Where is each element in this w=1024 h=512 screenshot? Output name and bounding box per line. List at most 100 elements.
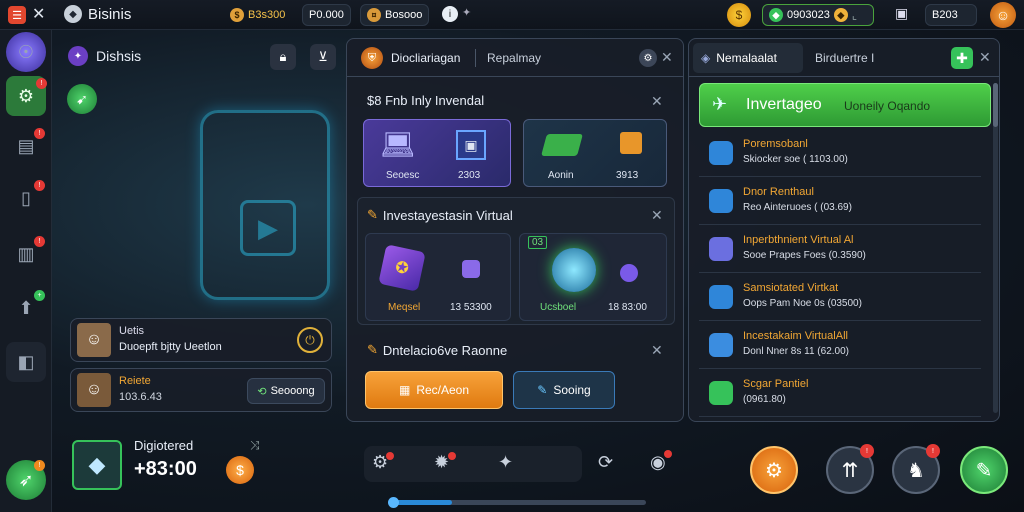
user-action-button[interactable]: ⟲ Seooong — [247, 378, 325, 404]
close-icon[interactable]: ✕ — [651, 342, 663, 359]
user-card-2[interactable]: ☺ Reiete 103.6.43 ⟲ Seooong — [70, 368, 332, 412]
scrollbar[interactable] — [993, 83, 998, 413]
orb-blade-icon — [552, 248, 596, 292]
progress-knob[interactable] — [388, 497, 399, 508]
primary-button[interactable]: ▦ Rec/Aeon — [365, 371, 503, 409]
close-icon[interactable]: ✕ — [651, 93, 663, 110]
list-item[interactable]: Dnor Renthaul Reo Ainteruoes ( (03.69) — [699, 179, 981, 225]
section2-title: ✎ Investayestasin Virtual — [367, 207, 513, 223]
play-icon: ▶ — [240, 200, 296, 256]
notification-badge: ! — [34, 128, 45, 139]
tab-nemalaalat[interactable]: ◈ Nemalaalat — [693, 43, 803, 73]
notification-badge — [386, 452, 394, 460]
reward-item-icon[interactable]: ◆ — [72, 440, 122, 490]
inventory-icon[interactable]: ▤! — [6, 126, 46, 166]
card-value: 13 53300 — [450, 302, 492, 313]
cube-icon[interactable]: ◧ — [6, 342, 46, 382]
bottom-tool-bar: ⚙ ✹ ✦ — [364, 446, 582, 482]
lock-icon[interactable]: 🔒︎ — [270, 44, 296, 70]
rocket-button[interactable]: ⇈! — [826, 444, 874, 494]
list-item[interactable]: Poremsobanl Skiocker soe ( 1103.00) — [699, 131, 981, 177]
gear-icon[interactable]: ⚙ — [639, 49, 657, 67]
edit-button[interactable]: ✎ — [960, 446, 1008, 494]
shield-icon: ⛨ — [361, 47, 383, 69]
item-icon — [709, 285, 733, 309]
swap-icon[interactable]: ⤨ — [250, 438, 260, 453]
refresh-icon[interactable]: ⟳ — [598, 452, 613, 473]
small-cube-icon — [462, 260, 480, 278]
link-icon: ⟲ — [257, 385, 267, 398]
power-icon[interactable]: ⏻ — [297, 327, 323, 353]
profile-icon[interactable]: ☉ — [6, 32, 46, 72]
shield-coin-icon: ◆ — [833, 8, 848, 22]
list-item[interactable]: Scgar Pantiel (0961.80) — [699, 371, 981, 417]
tab-birduertre[interactable]: Birduertre I — [815, 51, 874, 65]
top-bar: ☰ ✕ ◆ Bisinis $ B3s300 P0.000 ¤ Bosooo i ✦… — [0, 0, 1024, 30]
user-desc: Duoepft bjtty Ueetlon — [119, 341, 222, 353]
chat-icon[interactable]: ◉ — [650, 450, 672, 473]
small-orb-icon — [620, 264, 638, 282]
chip-icon[interactable]: ▣ — [895, 5, 908, 22]
close-icon[interactable]: ✕ — [661, 49, 673, 66]
gear-tool-icon[interactable]: ⚙ — [372, 452, 394, 473]
tab-repalmay[interactable]: Repalmay — [487, 51, 541, 65]
star-tool-icon[interactable]: ✦ — [498, 452, 513, 473]
close-icon[interactable]: ✕ — [979, 49, 991, 66]
orange-coin-icon[interactable]: $ — [226, 456, 254, 484]
resource-bosoo[interactable]: ¤ Bosooo — [360, 4, 430, 26]
user-name: Reiete — [119, 375, 151, 387]
pencil-icon: ✎ — [367, 207, 378, 222]
notification-badge: ! — [34, 180, 45, 191]
menu-icon[interactable]: ☰ — [8, 6, 26, 24]
banner-button[interactable]: ✈ Invertageo Uoneily Oqando — [699, 83, 991, 127]
list-item[interactable]: Incestakaim VirtualAll Donl Nner 8s 11 (6… — [699, 323, 981, 369]
secondary-currency[interactable]: B203 — [925, 4, 977, 26]
close-icon[interactable]: ✕ — [32, 4, 45, 24]
user-card-1[interactable]: ☺ Uetis Duoepft bjtty Ueetlon ⏻ — [70, 318, 332, 362]
settings-gear-icon[interactable]: ⚙! — [6, 76, 47, 116]
list-item[interactable]: Samsiotated Virtkat Oops Pam Noe 0s (0350… — [699, 275, 981, 321]
card-ucsboel[interactable]: 03 Ucsboel 18 83:00 — [519, 233, 667, 321]
shop-icon[interactable]: ▥! — [6, 234, 46, 274]
filter-icon[interactable]: ⊻ — [310, 44, 336, 70]
hero-button[interactable]: ♞! — [892, 444, 940, 494]
boost-icon[interactable]: ➶! — [6, 460, 46, 500]
game-logo-icon: ◆ — [64, 5, 82, 23]
currency-coin-icon[interactable]: $ — [727, 3, 751, 27]
scrollbar-thumb[interactable] — [993, 83, 998, 127]
close-icon[interactable]: ✕ — [651, 207, 663, 224]
document-icon[interactable]: ▯! — [6, 178, 46, 218]
item-sub: Skiocker soe ( 1103.00) — [743, 154, 848, 165]
chip-icon: ▣ — [456, 130, 486, 160]
resource-p[interactable]: P0.000 — [302, 4, 351, 26]
bottom-title: Digiotered — [134, 438, 194, 453]
add-icon[interactable]: ✚ — [951, 47, 973, 69]
center-panel: ⛨ Diocliariagan Repalmay ⚙ ✕ $8 Fnb Inly… — [346, 38, 684, 422]
card-aonin[interactable]: Aonin 3913 — [523, 119, 667, 187]
banner-sub: Uoneily Oqando — [844, 99, 931, 113]
center-tab-bar: ⛨ Diocliariagan Repalmay ⚙ ✕ — [347, 39, 683, 77]
tab-diocliariagan[interactable]: Diocliariagan — [391, 51, 460, 65]
notification-badge — [448, 452, 456, 460]
avatar[interactable]: ☺ — [990, 2, 1016, 28]
info-icon[interactable]: i — [442, 6, 458, 22]
item-sub: Donl Nner 8s 11 (62.00) — [743, 346, 849, 357]
upgrade-icon[interactable]: ⬆ + — [6, 288, 46, 328]
user-name: Uetis — [119, 325, 145, 337]
premium-currency[interactable]: ◆ 0903023 ◆ ⌞ — [762, 4, 874, 26]
card-meqsel[interactable]: ✪ Meqsel 13 53300 — [365, 233, 511, 321]
card-seoesc[interactable]: 💻︎ ▣ Seoesc 2303 — [363, 119, 511, 187]
list-item[interactable]: Inperbthnient Virtual Al Sooe Prapes Foes… — [699, 227, 981, 273]
progress-fill — [390, 500, 452, 505]
settings-button[interactable]: ⚙ — [750, 446, 798, 494]
resource-gold[interactable]: $ B3s300 — [224, 4, 291, 26]
item-title: Incestakaim VirtualAll — [743, 330, 848, 342]
cog-tool-icon[interactable]: ✹ — [434, 452, 456, 473]
bottom-value: +83:00 — [134, 458, 197, 480]
sparkle-icon: ✦ — [462, 7, 472, 19]
notification-badge — [664, 450, 672, 458]
section3-title: ✎ Dntelacio6ve Raonne — [367, 342, 508, 358]
green-action-icon[interactable]: ➹ — [67, 84, 97, 114]
secondary-button[interactable]: ✎ Sooing — [513, 371, 615, 409]
pouch-icon: ¤ — [367, 8, 381, 22]
